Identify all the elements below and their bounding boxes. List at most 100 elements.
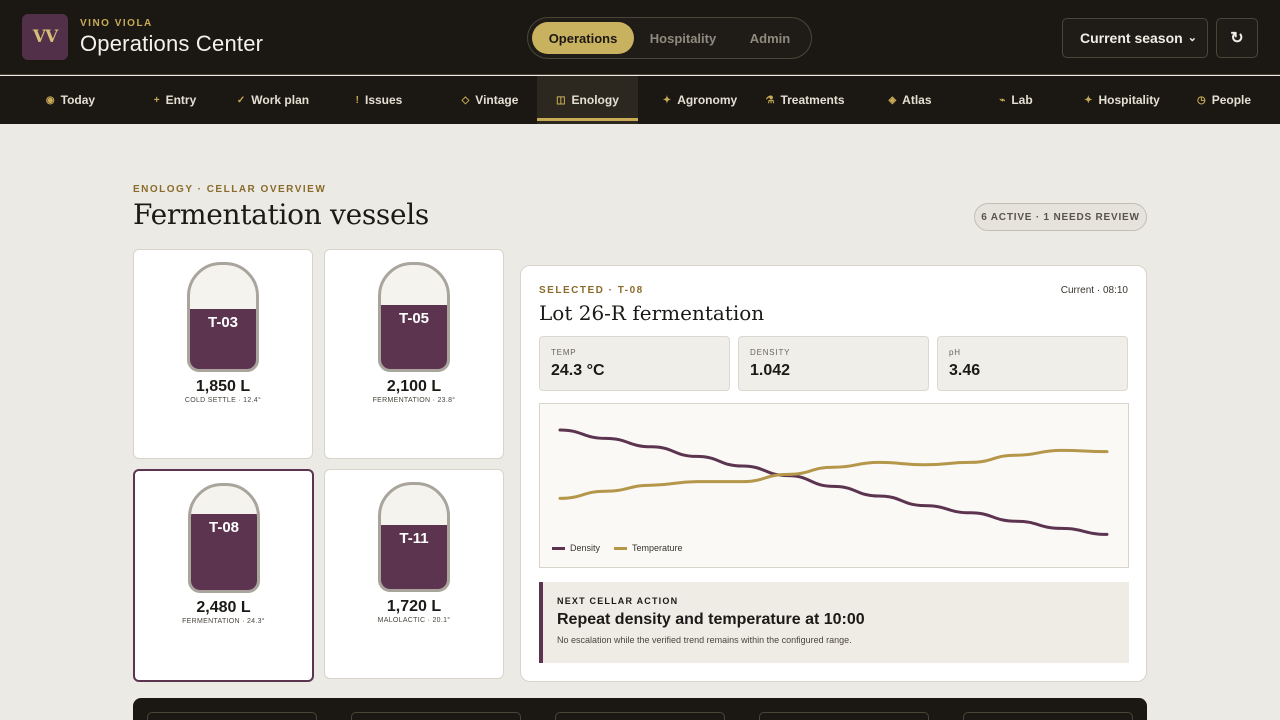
- trend-chart: Density Temperature: [539, 403, 1129, 568]
- vessel-detail-panel: SELECTED · T-08 Current · 08:10 Lot 26-R…: [520, 265, 1147, 682]
- season-select[interactable]: Current season ⌄: [1062, 18, 1208, 58]
- app-title: Operations Center: [80, 31, 264, 56]
- nav-item-label: Today: [60, 93, 96, 107]
- tank-graphic: T-03: [187, 262, 259, 372]
- refresh-button[interactable]: ↻: [1216, 18, 1258, 58]
- metric-temp: TEMP 24.3 °C: [539, 336, 730, 391]
- diamond-icon: ◇: [461, 94, 470, 106]
- metric-label: DENSITY: [750, 348, 791, 357]
- metric-label: TEMP: [551, 348, 577, 357]
- nav-item-label: Vintage: [475, 93, 519, 107]
- check-icon: ✓: [236, 94, 246, 106]
- map-icon: ◈: [888, 94, 897, 106]
- tank-id: T-05: [398, 309, 429, 327]
- metric-value: 1.042: [750, 362, 791, 379]
- nav-item-people[interactable]: ◷ People: [1180, 76, 1268, 124]
- nav-item-label: Agronomy: [677, 93, 738, 107]
- selected-label: SELECTED · T-08: [539, 285, 644, 296]
- mode-admin-button[interactable]: Admin: [732, 22, 808, 54]
- vessel-card-t-11[interactable]: T-11 1,720 L MALOLACTIC · 20.1°: [324, 469, 504, 679]
- metric-ph: pH 3.46: [937, 336, 1128, 391]
- breadcrumb: ENOLOGY · CELLAR OVERVIEW: [133, 184, 327, 195]
- mode-operations-button[interactable]: Operations: [532, 22, 634, 54]
- strip-card[interactable]: [351, 712, 521, 720]
- season-label: Current season: [1080, 30, 1183, 46]
- action-label: NEXT CELLAR ACTION: [557, 596, 679, 606]
- vessel-card-t-05[interactable]: T-05 2,100 L FERMENTATION · 23.8°: [324, 249, 504, 459]
- tank-volume: 1,850 L: [195, 378, 251, 395]
- star-icon: ✦: [1084, 94, 1093, 106]
- logo: VV: [22, 14, 68, 60]
- nav-item-today[interactable]: ◉ Today: [28, 76, 113, 124]
- strip-card[interactable]: [555, 712, 725, 720]
- metric-value: 24.3 °C: [551, 362, 605, 379]
- legend-swatch-density: [552, 546, 565, 550]
- chevron-down-icon: ⌄: [1187, 32, 1197, 44]
- metric-density: DENSITY 1.042: [738, 336, 929, 391]
- status-badge[interactable]: 6 ACTIVE · 1 NEEDS REVIEW: [974, 203, 1147, 231]
- nav-item-label: Enology: [571, 93, 619, 107]
- tank-graphic: T-05: [378, 262, 450, 372]
- tank-id: T-03: [207, 313, 238, 331]
- nav-item-label: Issues: [364, 93, 403, 107]
- metric-value: 3.46: [949, 362, 981, 379]
- nav-item-label: Hospitality: [1098, 93, 1160, 107]
- legend-swatch-temperature: [614, 546, 628, 550]
- nav-item-lab[interactable]: ⌁ Lab: [968, 76, 1064, 124]
- metric-label: pH: [949, 348, 961, 357]
- legend-temperature: Temperature: [632, 543, 683, 553]
- people-icon: ◷: [1196, 94, 1206, 106]
- nav-item-label: Atlas: [902, 93, 932, 107]
- strip-card[interactable]: [963, 712, 1133, 720]
- strip-card[interactable]: [759, 712, 929, 720]
- tank-volume: 1,720 L: [386, 598, 442, 615]
- series-line-density: [558, 428, 1109, 536]
- bottom-panel: [133, 698, 1147, 720]
- nav-item-label: Work plan: [251, 93, 310, 107]
- nav-item-treatments[interactable]: ⚗ Treatments: [750, 76, 860, 124]
- next-action-card: NEXT CELLAR ACTION Repeat density and te…: [539, 582, 1129, 663]
- brand-name: VINO VIOLA: [80, 18, 153, 29]
- vessel-card-t-03[interactable]: T-03 1,850 L COLD SETTLE · 12.4°: [133, 249, 313, 459]
- action-title: Repeat density and temperature at 10:00: [557, 611, 865, 628]
- nav-item-label: People: [1211, 93, 1252, 107]
- flask-icon: ⚗: [765, 94, 775, 106]
- series-line-temperature: [558, 448, 1109, 500]
- main-nav: ◉ Today + Entry ✓ Work plan! Issues ◇ Vintage ◫ En…: [0, 76, 1280, 124]
- lab-icon: ⌁: [999, 94, 1006, 106]
- tank-volume: 2,100 L: [386, 378, 442, 395]
- tank-status: MALOLACTIC · 20.1°: [377, 617, 451, 624]
- lot-title: Lot 26-R fermentation: [539, 301, 765, 325]
- legend-density: Density: [570, 543, 601, 553]
- leaf-icon: ✦: [662, 94, 672, 106]
- nav-item-entry[interactable]: + Entry: [130, 76, 220, 124]
- vessel-card-t-08[interactable]: T-08 2,480 L FERMENTATION · 24.3°: [133, 469, 314, 682]
- nav-item-work-plan[interactable]: ✓ Work plan: [225, 76, 321, 124]
- tank-id: T-08: [208, 519, 239, 537]
- nav-item-issues[interactable]: ! Issues: [340, 76, 418, 124]
- tank-status: FERMENTATION · 24.3°: [182, 618, 265, 625]
- nav-item-label: Entry: [165, 93, 197, 107]
- nav-item-label: Lab: [1011, 93, 1033, 107]
- nav-item-vintage[interactable]: ◇ Vintage: [442, 76, 538, 124]
- strip-card[interactable]: [147, 712, 317, 720]
- mode-hospitality-button[interactable]: Hospitality: [634, 22, 732, 54]
- tank-id: T-11: [399, 529, 429, 547]
- tank-graphic: T-11: [378, 482, 450, 592]
- nav-item-hospitality[interactable]: ✦ Hospitality: [1065, 76, 1179, 124]
- page-title: Fermentation vessels: [133, 198, 429, 231]
- refresh-icon: ↻: [1230, 30, 1244, 47]
- tank-status: FERMENTATION · 23.8°: [372, 397, 456, 404]
- vessel-icon: ◫: [556, 94, 566, 106]
- nav-item-enology[interactable]: ◫ Enology: [537, 76, 638, 124]
- alert-icon: !: [355, 94, 359, 106]
- chart-legend: Density Temperature: [552, 543, 683, 553]
- nav-item-agronomy[interactable]: ✦ Agronomy: [648, 76, 752, 124]
- top-bar: VV VINO VIOLA Operations Center Operatio…: [0, 0, 1280, 75]
- plus-icon: +: [153, 94, 160, 106]
- tank-volume: 2,480 L: [196, 599, 251, 616]
- current-time: Current · 08:10: [1060, 285, 1128, 296]
- nav-item-atlas[interactable]: ◈ Atlas: [866, 76, 954, 124]
- tank-graphic: T-08: [188, 483, 260, 593]
- tank-status: COLD SETTLE · 12.4°: [184, 397, 262, 404]
